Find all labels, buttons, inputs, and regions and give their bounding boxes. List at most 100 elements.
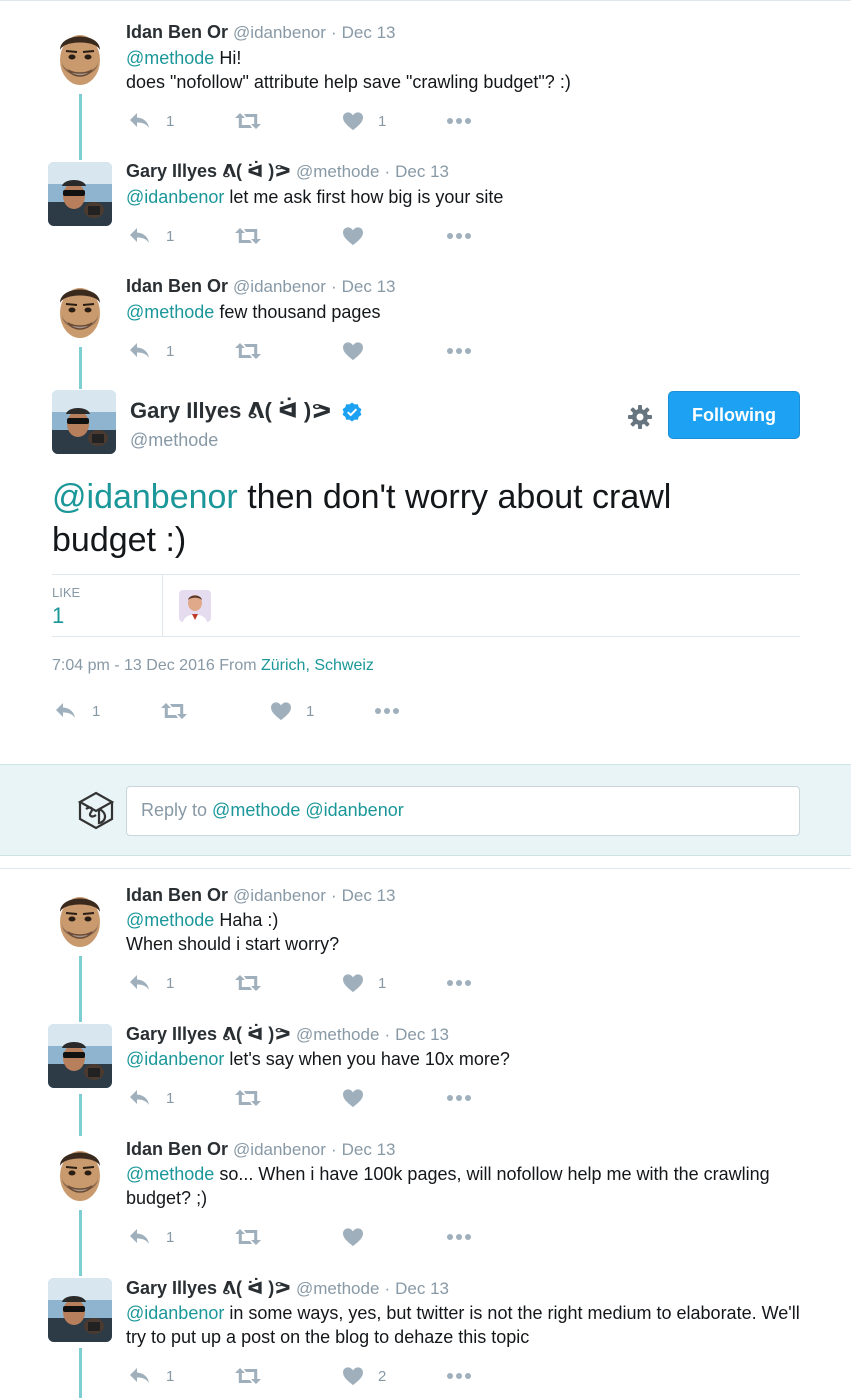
user-avatar[interactable]: [74, 789, 118, 838]
tweet-date[interactable]: Dec 13: [395, 1279, 449, 1298]
author-handle[interactable]: @idanbenor: [233, 277, 326, 296]
author-handle[interactable]: @methode: [296, 1025, 379, 1044]
author-handle[interactable]: @methode: [296, 162, 379, 181]
tweet-location[interactable]: Zürich, Schweiz: [261, 657, 374, 674]
avatar[interactable]: [48, 1278, 112, 1342]
heart-icon: [342, 226, 364, 246]
reply-button[interactable]: 1: [128, 339, 174, 363]
tweet-header: Gary Illyes ᕕ( ᐛ )ᕗ @methode · Dec 13: [126, 1278, 449, 1299]
like-button[interactable]: 2: [342, 1364, 386, 1388]
reply-button[interactable]: 1: [128, 971, 174, 995]
tweet-text: @idanbenor let me ask first how big is y…: [126, 185, 816, 209]
avatar[interactable]: [48, 1024, 112, 1088]
heart-icon: [342, 1227, 364, 1247]
reply-input[interactable]: Reply to @methode @idanbenor: [126, 786, 800, 836]
reply-mentions: @methode @idanbenor: [212, 800, 404, 820]
reply-count: 1: [166, 1228, 175, 1246]
like-button[interactable]: 1: [342, 109, 386, 133]
avatar[interactable]: [48, 1140, 112, 1204]
like-button[interactable]: 1: [342, 971, 386, 995]
more-button[interactable]: [446, 109, 472, 133]
main-author-handle[interactable]: @methode: [130, 430, 218, 451]
more-button[interactable]: [374, 699, 400, 723]
author-handle[interactable]: @idanbenor: [233, 886, 326, 905]
mention-link[interactable]: @methode: [126, 910, 214, 930]
avatar[interactable]: [48, 162, 112, 226]
retweet-button[interactable]: [234, 109, 262, 133]
mention-link[interactable]: @methode: [126, 48, 214, 68]
author-handle[interactable]: @idanbenor: [233, 23, 326, 42]
like-button[interactable]: 1: [270, 699, 314, 723]
like-button[interactable]: [342, 1086, 364, 1110]
retweet-button[interactable]: [234, 1225, 262, 1249]
tweet-header: Gary Illyes ᕕ( ᐛ )ᕗ @methode · Dec 13: [126, 1024, 449, 1045]
tweet-date[interactable]: Dec 13: [342, 886, 396, 905]
retweet-button[interactable]: [234, 339, 262, 363]
heart-icon: [342, 111, 364, 131]
mention-link[interactable]: @methode: [126, 302, 214, 322]
tweet-date[interactable]: Dec 13: [342, 23, 396, 42]
reply-button[interactable]: 1: [128, 1364, 174, 1388]
author-handle[interactable]: @idanbenor: [233, 1140, 326, 1159]
author-name[interactable]: Gary Illyes ᕕ( ᐛ )ᕗ: [126, 1278, 291, 1298]
reply-button[interactable]: 1: [128, 1225, 174, 1249]
more-button[interactable]: [446, 1086, 472, 1110]
like-button[interactable]: [342, 339, 364, 363]
tweet-date[interactable]: Dec 13: [395, 162, 449, 181]
more-button[interactable]: [446, 1225, 472, 1249]
more-button[interactable]: [446, 1364, 472, 1388]
main-avatar[interactable]: [52, 390, 116, 454]
retweet-button[interactable]: [234, 971, 262, 995]
author-handle[interactable]: @methode: [296, 1279, 379, 1298]
mention-link[interactable]: @methode: [126, 1164, 214, 1184]
thread-line: [79, 956, 82, 1022]
author-name[interactable]: Idan Ben Or: [126, 22, 228, 42]
like-button[interactable]: [342, 1225, 364, 1249]
reply-button[interactable]: 1: [128, 1086, 174, 1110]
tweet-date[interactable]: Dec 13: [342, 277, 396, 296]
retweet-icon: [234, 341, 262, 361]
more-button[interactable]: [446, 339, 472, 363]
reply-button[interactable]: 1: [128, 224, 174, 248]
tweet-timestamp[interactable]: 7:04 pm - 13 Dec 2016: [52, 657, 215, 674]
main-author-name[interactable]: Gary Illyes ᕕ( ᐛ )ᕗ: [130, 398, 362, 424]
mention-link[interactable]: @idanbenor: [126, 1049, 224, 1069]
author-name[interactable]: Idan Ben Or: [126, 1139, 228, 1159]
reply-button[interactable]: 1: [128, 109, 174, 133]
reply-count: 1: [92, 702, 101, 720]
tweet-header: Idan Ben Or @idanbenor · Dec 13: [126, 885, 396, 906]
author-name[interactable]: Gary Illyes ᕕ( ᐛ )ᕗ: [126, 1024, 291, 1044]
mention-link[interactable]: @idanbenor: [126, 1303, 224, 1323]
top-border: [0, 0, 851, 6]
more-icon: [446, 117, 472, 125]
settings-button[interactable]: [626, 403, 654, 436]
following-button[interactable]: Following: [668, 391, 800, 439]
liker-avatar[interactable]: [179, 590, 211, 622]
mention-link[interactable]: @idanbenor: [52, 478, 238, 516]
avatar[interactable]: [48, 277, 112, 341]
tweet-text-part: in some ways, yes, but twitter is not th…: [126, 1303, 800, 1347]
like-button[interactable]: [342, 224, 364, 248]
tweet-meta: 7:04 pm - 13 Dec 2016 From Zürich, Schwe…: [52, 657, 374, 675]
reply-icon: [128, 341, 152, 361]
retweet-button[interactable]: [234, 1086, 262, 1110]
like-count: 1: [378, 974, 387, 992]
tweet-date[interactable]: Dec 13: [395, 1025, 449, 1044]
reply-button[interactable]: 1: [54, 699, 100, 723]
more-icon: [374, 707, 400, 715]
author-name[interactable]: Idan Ben Or: [126, 885, 228, 905]
avatar[interactable]: [48, 886, 112, 950]
more-button[interactable]: [446, 224, 472, 248]
retweet-button[interactable]: [234, 1364, 262, 1388]
mention-link[interactable]: @idanbenor: [126, 187, 224, 207]
avatar[interactable]: [48, 24, 112, 88]
retweet-button[interactable]: [234, 224, 262, 248]
author-name[interactable]: Gary Illyes ᕕ( ᐛ )ᕗ: [126, 161, 291, 181]
author-name[interactable]: Idan Ben Or: [126, 276, 228, 296]
retweet-button[interactable]: [160, 699, 188, 723]
reply-count: 1: [166, 342, 175, 360]
reply-icon: [128, 973, 152, 993]
tweet-date[interactable]: Dec 13: [342, 1140, 396, 1159]
likes-count[interactable]: 1: [52, 603, 64, 629]
more-button[interactable]: [446, 971, 472, 995]
